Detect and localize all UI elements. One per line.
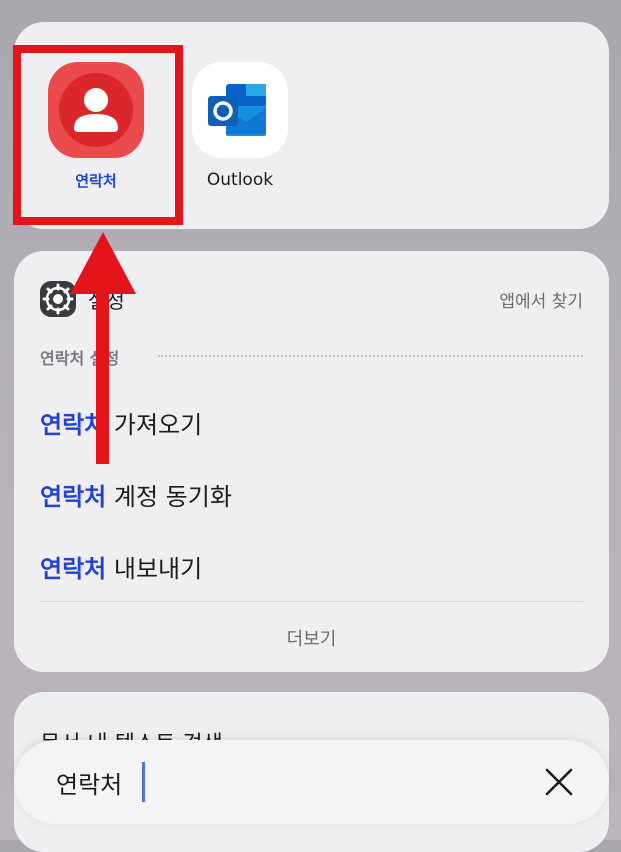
text-cursor: [142, 762, 145, 802]
close-icon: [545, 768, 573, 796]
red-arrow-icon: [70, 232, 136, 464]
search-bar: [14, 740, 609, 824]
find-in-app-link[interactable]: 앱에서 찾기: [499, 287, 583, 312]
outlook-icon: [192, 62, 288, 158]
result-text: 내보내기: [106, 555, 203, 583]
app-outlook[interactable]: Outlook: [182, 62, 298, 190]
more-button[interactable]: 더보기: [14, 625, 609, 651]
highlight-box: [13, 45, 183, 225]
divider: [40, 601, 583, 602]
search-input[interactable]: [56, 764, 486, 800]
result-highlight: 연락처: [40, 483, 107, 511]
app-label-outlook: Outlook: [206, 170, 274, 190]
section-divider-dots: [158, 355, 583, 357]
result-highlight: 연락처: [40, 555, 107, 583]
result-text: 계정 동기화: [106, 483, 232, 511]
result-sync-account[interactable]: 연락처 계정 동기화: [40, 477, 232, 512]
clear-search-button[interactable]: [539, 762, 579, 802]
result-export-contacts[interactable]: 연락처 내보내기: [40, 549, 202, 584]
outlook-app-icon: [192, 62, 288, 158]
